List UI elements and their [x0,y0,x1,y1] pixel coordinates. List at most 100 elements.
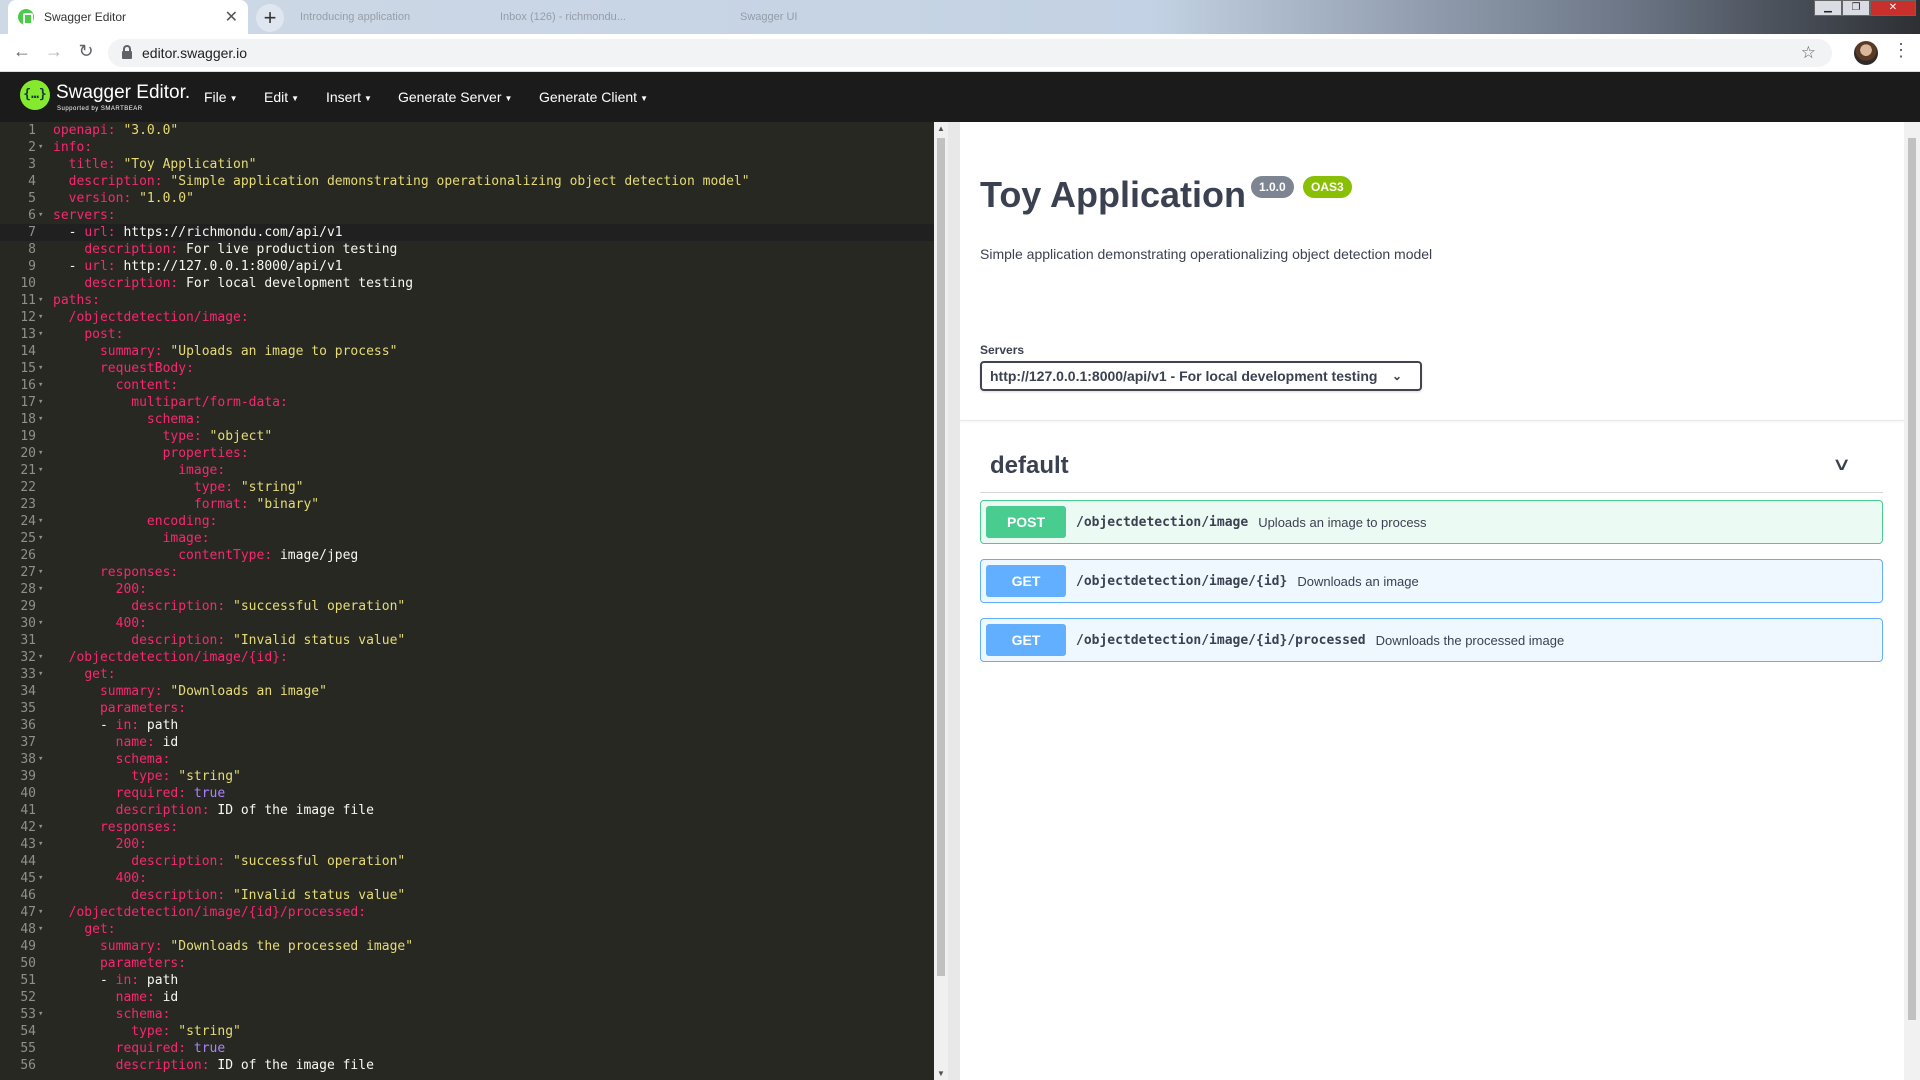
menu-insert[interactable]: Insert ▼ [326,89,372,105]
editor-line[interactable]: 45 ▾ 400: [0,870,934,887]
minimize-window-button[interactable]: ▁ [1814,0,1842,16]
editor-line[interactable]: 17 ▾ multipart/form-data: [0,394,934,411]
tag-default-title[interactable]: default [990,452,1069,480]
tab-background-3[interactable]: Swagger UI [740,0,940,34]
fold-toggle-icon[interactable]: ▾ [38,377,43,394]
editor-line[interactable]: 35 parameters: [0,700,934,717]
editor-line[interactable]: 8 description: For live production testi… [0,241,934,258]
fold-toggle-icon[interactable]: ▾ [38,462,43,479]
reload-icon[interactable]: ↻ [74,41,98,62]
server-select[interactable]: http://127.0.0.1:8000/api/v1 - For local… [980,361,1422,391]
pane-divider[interactable] [948,122,960,1080]
editor-line[interactable]: 53 ▾ schema: [0,1006,934,1023]
editor-line[interactable]: 56 description: ID of the image file [0,1057,934,1074]
close-window-button[interactable]: ✕ [1870,0,1916,16]
restore-window-button[interactable]: ❐ [1842,0,1870,16]
fold-toggle-icon[interactable]: ▾ [38,292,43,309]
editor-line[interactable]: 54 type: "string" [0,1023,934,1040]
fold-toggle-icon[interactable]: ▾ [38,513,43,530]
menu-edit[interactable]: Edit ▼ [264,89,299,105]
fold-toggle-icon[interactable]: ▾ [38,581,43,598]
editor-line[interactable]: 9 - url: http://127.0.0.1:8000/api/v1 [0,258,934,275]
fold-toggle-icon[interactable]: ▾ [38,309,43,326]
operation-post-objectdetection-image[interactable]: POST /objectdetection/image Uploads an i… [980,500,1883,544]
editor-line[interactable]: 22 type: "string" [0,479,934,496]
operation-get-objectdetection-image-id[interactable]: GET /objectdetection/image/{id} Download… [980,559,1883,603]
editor-line[interactable]: 5 version: "1.0.0" [0,190,934,207]
editor-line[interactable]: 13 ▾ post: [0,326,934,343]
fold-toggle-icon[interactable]: ▾ [38,870,43,887]
fold-toggle-icon[interactable]: ▾ [38,360,43,377]
fold-toggle-icon[interactable]: ▾ [38,394,43,411]
editor-line[interactable]: 2 ▾ info: [0,139,934,156]
tab-background-1[interactable]: Introducing application [300,0,480,34]
profile-avatar[interactable] [1854,41,1878,65]
menu-generate-client[interactable]: Generate Client ▼ [539,89,648,105]
tab-background-2[interactable]: Inbox (126) - richmondu... [500,0,700,34]
operation-get-objectdetection-image-id-processed[interactable]: GET /objectdetection/image/{id}/processe… [980,618,1883,662]
editor-line[interactable]: 19 type: "object" [0,428,934,445]
editor-line[interactable]: 23 format: "binary" [0,496,934,513]
editor-line[interactable]: 40 required: true [0,785,934,802]
close-tab-icon[interactable]: ✕ [225,7,238,27]
editor-line[interactable]: 31 description: "Invalid status value" [0,632,934,649]
editor-line[interactable]: 51 - in: path [0,972,934,989]
editor-line[interactable]: 1 openapi: "3.0.0" [0,122,934,139]
url-input[interactable]: editor.swagger.io ☆ [108,39,1832,67]
editor-line[interactable]: 49 summary: "Downloads the processed ima… [0,938,934,955]
menu-generate-server[interactable]: Generate Server ▼ [398,89,512,105]
kebab-menu-icon[interactable]: ⋮ [1892,40,1910,61]
editor-line[interactable]: 6 ▾ servers: [0,207,934,224]
editor-line[interactable]: 39 type: "string" [0,768,934,785]
fold-toggle-icon[interactable]: ▾ [38,819,43,836]
fold-toggle-icon[interactable]: ▾ [38,666,43,683]
editor-line[interactable]: 43 ▾ 200: [0,836,934,853]
editor-line[interactable]: 36 - in: path [0,717,934,734]
editor-scroll-thumb[interactable] [937,138,945,976]
editor-line[interactable]: 20 ▾ properties: [0,445,934,462]
fold-toggle-icon[interactable]: ▾ [38,445,43,462]
editor-line[interactable]: 47 ▾ /objectdetection/image/{id}/processe… [0,904,934,921]
editor-line[interactable]: 3 title: "Toy Application" [0,156,934,173]
editor-line[interactable]: 38 ▾ schema: [0,751,934,768]
editor-line[interactable]: 18 ▾ schema: [0,411,934,428]
editor-line[interactable]: 12 ▾ /objectdetection/image: [0,309,934,326]
fold-toggle-icon[interactable]: ▾ [38,326,43,343]
editor-line[interactable]: 15 ▾ requestBody: [0,360,934,377]
editor-line[interactable]: 26 contentType: image/jpeg [0,547,934,564]
editor-line[interactable]: 10 description: For local development te… [0,275,934,292]
editor-line[interactable]: 48 ▾ get: [0,921,934,938]
scroll-down-icon[interactable]: ▼ [937,1069,945,1078]
editor-line[interactable]: 29 description: "successful operation" [0,598,934,615]
fold-toggle-icon[interactable]: ▾ [38,1006,43,1023]
editor-line[interactable]: 55 required: true [0,1040,934,1057]
fold-toggle-icon[interactable]: ▾ [38,207,43,224]
fold-toggle-icon[interactable]: ▾ [38,904,43,921]
editor-line[interactable]: 32 ▾ /objectdetection/image/{id}: [0,649,934,666]
fold-toggle-icon[interactable]: ▾ [38,411,43,428]
preview-scroll-thumb[interactable] [1908,138,1916,1020]
editor-line[interactable]: 14 summary: "Uploads an image to process… [0,343,934,360]
yaml-code-editor[interactable]: 1 openapi: "3.0.0" 2 ▾ info: 3 title: "Toy Ap… [0,122,934,1080]
fold-toggle-icon[interactable]: ▾ [38,921,43,938]
editor-line[interactable]: 33 ▾ get: [0,666,934,683]
star-icon[interactable]: ☆ [1801,43,1816,63]
editor-line[interactable]: 7 - url: https://richmondu.com/api/v1 [0,224,934,241]
editor-line[interactable]: 11 ▾ paths: [0,292,934,309]
editor-line[interactable]: 50 parameters: [0,955,934,972]
editor-line[interactable]: 16 ▾ content: [0,377,934,394]
editor-line[interactable]: 34 summary: "Downloads an image" [0,683,934,700]
lock-icon[interactable] [122,45,132,59]
fold-toggle-icon[interactable]: ▾ [38,530,43,547]
new-tab-button[interactable]: + [256,4,284,32]
chevron-down-icon[interactable]: ∨ [1832,454,1852,475]
scroll-up-icon[interactable]: ▲ [937,124,945,133]
back-icon[interactable]: ← [10,41,34,62]
tab-swagger-editor[interactable]: Swagger Editor ✕ [8,0,248,34]
fold-toggle-icon[interactable]: ▾ [38,615,43,632]
preview-scrollbar[interactable] [1904,122,1920,1080]
editor-line[interactable]: 41 description: ID of the image file [0,802,934,819]
editor-line[interactable]: 4 description: "Simple application demon… [0,173,934,190]
editor-line[interactable]: 52 name: id [0,989,934,1006]
editor-line[interactable]: 44 description: "successful operation" [0,853,934,870]
